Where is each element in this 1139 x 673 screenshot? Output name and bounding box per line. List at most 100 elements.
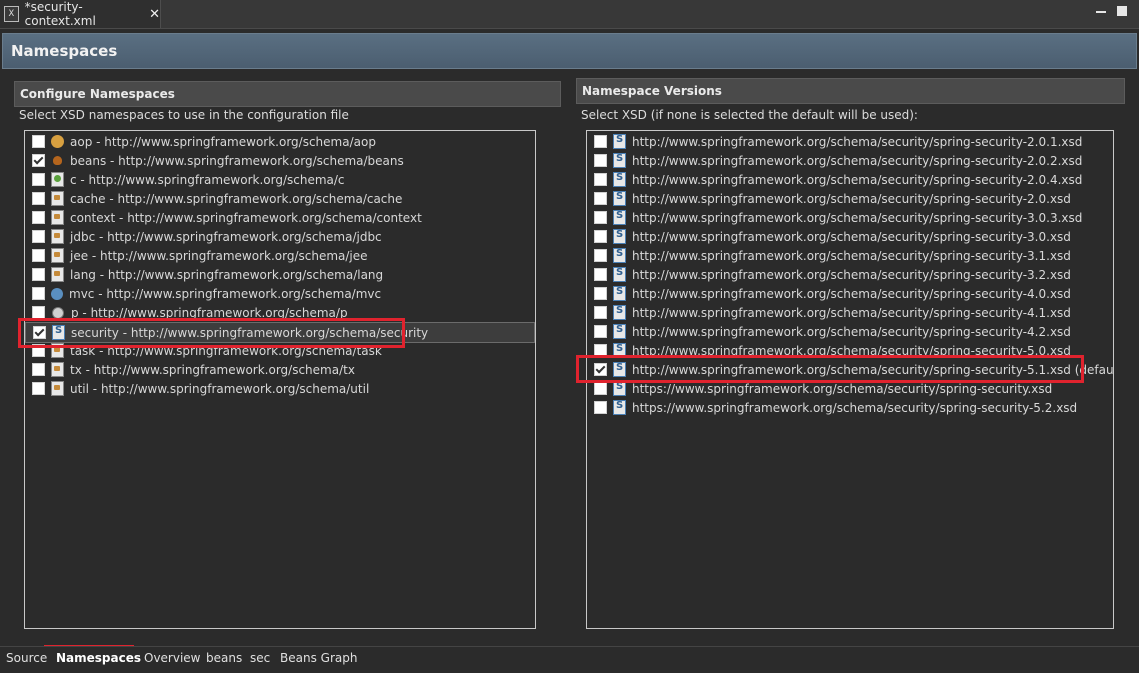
page-tab-beans[interactable]: beans: [206, 651, 242, 665]
xsd-version-row[interactable]: http://www.springframework.org/schema/se…: [587, 322, 1111, 341]
xsd-version-label: https://www.springframework.org/schema/s…: [632, 400, 1078, 415]
xsd-version-row[interactable]: http://www.springframework.org/schema/se…: [587, 227, 1111, 246]
namespace-checkbox[interactable]: [32, 230, 45, 243]
security-icon: [613, 210, 626, 225]
xsd-version-label: http://www.springframework.org/schema/se…: [632, 153, 1083, 168]
xsd-version-row[interactable]: http://www.springframework.org/schema/se…: [587, 208, 1111, 227]
xsd-version-row[interactable]: http://www.springframework.org/schema/se…: [587, 360, 1113, 379]
namespace-checkbox[interactable]: [32, 363, 45, 376]
namespace-checkbox[interactable]: [32, 344, 45, 357]
namespace-checkbox[interactable]: [32, 382, 45, 395]
doc-icon: [51, 343, 64, 358]
xsd-version-checkbox[interactable]: [594, 249, 607, 262]
xsd-version-row[interactable]: https://www.springframework.org/schema/s…: [587, 398, 1111, 417]
namespace-versions-title: Namespace Versions: [582, 84, 722, 98]
xsd-version-checkbox[interactable]: [594, 173, 607, 186]
namespace-row[interactable]: c - http://www.springframework.org/schem…: [25, 170, 533, 189]
security-icon: [613, 172, 626, 187]
namespace-label: jee - http://www.springframework.org/sch…: [70, 248, 368, 263]
security-icon: [613, 362, 626, 377]
namespace-row[interactable]: mvc - http://www.springframework.org/sch…: [25, 284, 533, 303]
security-icon: [613, 153, 626, 168]
namespace-checkbox[interactable]: [32, 154, 45, 167]
xsd-version-list[interactable]: http://www.springframework.org/schema/se…: [586, 130, 1114, 629]
xsd-version-checkbox[interactable]: [594, 287, 607, 300]
namespace-label: context - http://www.springframework.org…: [70, 210, 422, 225]
editor-tab-bar: X *security-context.xml ✕: [0, 0, 1139, 29]
namespace-row[interactable]: task - http://www.springframework.org/sc…: [25, 341, 533, 360]
namespace-list[interactable]: aop - http://www.springframework.org/sch…: [24, 130, 536, 629]
beans-icon: [53, 156, 62, 165]
xsd-version-checkbox[interactable]: [594, 192, 607, 205]
namespace-checkbox[interactable]: [32, 173, 45, 186]
xsd-version-row[interactable]: http://www.springframework.org/schema/se…: [587, 189, 1111, 208]
namespace-checkbox[interactable]: [32, 249, 45, 262]
page-tab-sec[interactable]: sec: [250, 651, 270, 665]
page-header: Namespaces: [2, 33, 1137, 69]
xsd-version-checkbox[interactable]: [594, 306, 607, 319]
xsd-version-row[interactable]: http://www.springframework.org/schema/se…: [587, 132, 1111, 151]
page-tab-beans-graph[interactable]: Beans Graph: [280, 651, 357, 665]
maximize-icon[interactable]: [1117, 6, 1127, 16]
xsd-version-checkbox[interactable]: [594, 154, 607, 167]
namespace-checkbox[interactable]: [32, 287, 45, 300]
xsd-version-row[interactable]: http://www.springframework.org/schema/se…: [587, 170, 1111, 189]
xsd-version-label: http://www.springframework.org/schema/se…: [632, 343, 1071, 358]
xsd-version-row[interactable]: https://www.springframework.org/schema/s…: [587, 379, 1111, 398]
xsd-version-checkbox[interactable]: [594, 344, 607, 357]
namespace-row[interactable]: util - http://www.springframework.org/sc…: [25, 379, 533, 398]
namespace-checkbox[interactable]: [32, 211, 45, 224]
doc-icon: [51, 210, 64, 225]
security-icon: [613, 400, 626, 415]
namespace-row[interactable]: security - http://www.springframework.or…: [25, 322, 535, 343]
xsd-version-row[interactable]: http://www.springframework.org/schema/se…: [587, 151, 1111, 170]
namespace-checkbox[interactable]: [32, 268, 45, 281]
minimize-icon[interactable]: [1096, 6, 1106, 13]
xsd-version-row[interactable]: http://www.springframework.org/schema/se…: [587, 246, 1111, 265]
namespace-row[interactable]: p - http://www.springframework.org/schem…: [25, 303, 533, 322]
configure-namespaces-header: Configure Namespaces: [14, 81, 561, 107]
xsd-version-row[interactable]: http://www.springframework.org/schema/se…: [587, 265, 1111, 284]
namespace-row[interactable]: context - http://www.springframework.org…: [25, 208, 533, 227]
xsd-version-checkbox[interactable]: [594, 382, 607, 395]
namespace-label: task - http://www.springframework.org/sc…: [70, 343, 382, 358]
page-title: Namespaces: [11, 42, 118, 60]
namespace-checkbox[interactable]: [32, 192, 45, 205]
page-tab-source[interactable]: Source: [6, 651, 47, 665]
xsd-version-row[interactable]: http://www.springframework.org/schema/se…: [587, 303, 1111, 322]
xsd-version-row[interactable]: http://www.springframework.org/schema/se…: [587, 341, 1111, 360]
xsd-version-checkbox[interactable]: [594, 325, 607, 338]
namespace-row[interactable]: aop - http://www.springframework.org/sch…: [25, 132, 533, 151]
spring-icon: [51, 172, 64, 187]
namespace-checkbox[interactable]: [33, 326, 46, 339]
xsd-version-checkbox[interactable]: [594, 268, 607, 281]
xsd-version-label: http://www.springframework.org/schema/se…: [632, 305, 1071, 320]
namespace-row[interactable]: jee - http://www.springframework.org/sch…: [25, 246, 533, 265]
doc-icon: [51, 362, 64, 377]
security-icon: [613, 286, 626, 301]
namespace-row[interactable]: beans - http://www.springframework.org/s…: [25, 151, 533, 170]
xsd-version-checkbox[interactable]: [594, 363, 607, 376]
page-tab-namespaces[interactable]: Namespaces: [56, 651, 141, 665]
xsd-version-checkbox[interactable]: [594, 230, 607, 243]
namespace-checkbox[interactable]: [32, 306, 45, 319]
close-icon[interactable]: ✕: [149, 7, 160, 22]
namespace-label: aop - http://www.springframework.org/sch…: [70, 134, 376, 149]
xsd-version-checkbox[interactable]: [594, 211, 607, 224]
namespace-checkbox[interactable]: [32, 135, 45, 148]
namespace-row[interactable]: lang - http://www.springframework.org/sc…: [25, 265, 533, 284]
editor-tab[interactable]: X *security-context.xml ✕: [0, 0, 161, 28]
namespace-row[interactable]: cache - http://www.springframework.org/s…: [25, 189, 533, 208]
xml-file-icon: X: [4, 6, 19, 22]
xsd-version-checkbox[interactable]: [594, 401, 607, 414]
xsd-version-row[interactable]: http://www.springframework.org/schema/se…: [587, 284, 1111, 303]
security-icon: [613, 191, 626, 206]
xsd-version-label: http://www.springframework.org/schema/se…: [632, 324, 1071, 339]
xsd-version-checkbox[interactable]: [594, 135, 607, 148]
namespace-label: c - http://www.springframework.org/schem…: [70, 172, 345, 187]
page-tab-overview[interactable]: Overview: [144, 651, 201, 665]
namespace-row[interactable]: jdbc - http://www.springframework.org/sc…: [25, 227, 533, 246]
doc-icon: [51, 229, 64, 244]
namespace-row[interactable]: tx - http://www.springframework.org/sche…: [25, 360, 533, 379]
editor-tab-title: *security-context.xml: [24, 0, 96, 28]
